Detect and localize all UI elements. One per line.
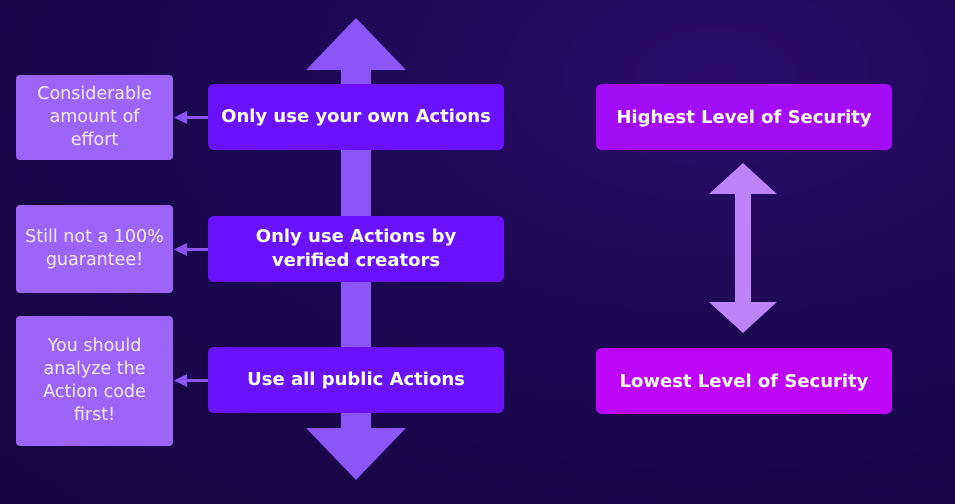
axis-arrow-head-down (306, 428, 406, 480)
note-connectors (174, 111, 208, 387)
connector-arrow-3 (174, 374, 187, 387)
note-public-actions-text: You should analyze the Action code first… (43, 336, 146, 425)
step-verified-creators: Only use Actions by verified creators (208, 216, 504, 282)
connector-line-3 (186, 379, 208, 382)
step-verified-creators-label: Only use Actions by verified creators (255, 226, 457, 271)
step-own-actions-label: Only use your own Actions (221, 106, 491, 127)
lowest-security-box: Lowest Level of Security (596, 348, 892, 414)
highest-security-box: Highest Level of Security (596, 84, 892, 150)
note-own-actions: Considerable amount of effort (16, 75, 173, 160)
connector-line-1 (186, 116, 208, 119)
axis-arrow-head-up (306, 18, 406, 70)
step-own-actions: Only use your own Actions (208, 84, 504, 150)
range-arrow-head-up (709, 163, 777, 194)
range-arrow-head-down (709, 302, 777, 333)
note-verified-creators: Still not a 100% guarantee! (16, 205, 173, 293)
range-arrow-shaft (735, 192, 751, 304)
step-public-actions-label: Use all public Actions (247, 369, 465, 390)
connector-arrow-1 (174, 111, 187, 124)
connector-arrow-2 (174, 243, 187, 256)
note-own-actions-text: Considerable amount of effort (37, 84, 152, 150)
connector-line-2 (186, 248, 208, 251)
note-public-actions: You should analyze the Action code first… (16, 316, 173, 446)
highest-security-label: Highest Level of Security (616, 106, 872, 128)
lowest-security-label: Lowest Level of Security (619, 370, 869, 392)
range-arrow (709, 163, 777, 333)
note-verified-creators-text: Still not a 100% guarantee! (25, 227, 164, 270)
step-public-actions: Use all public Actions (208, 347, 504, 413)
